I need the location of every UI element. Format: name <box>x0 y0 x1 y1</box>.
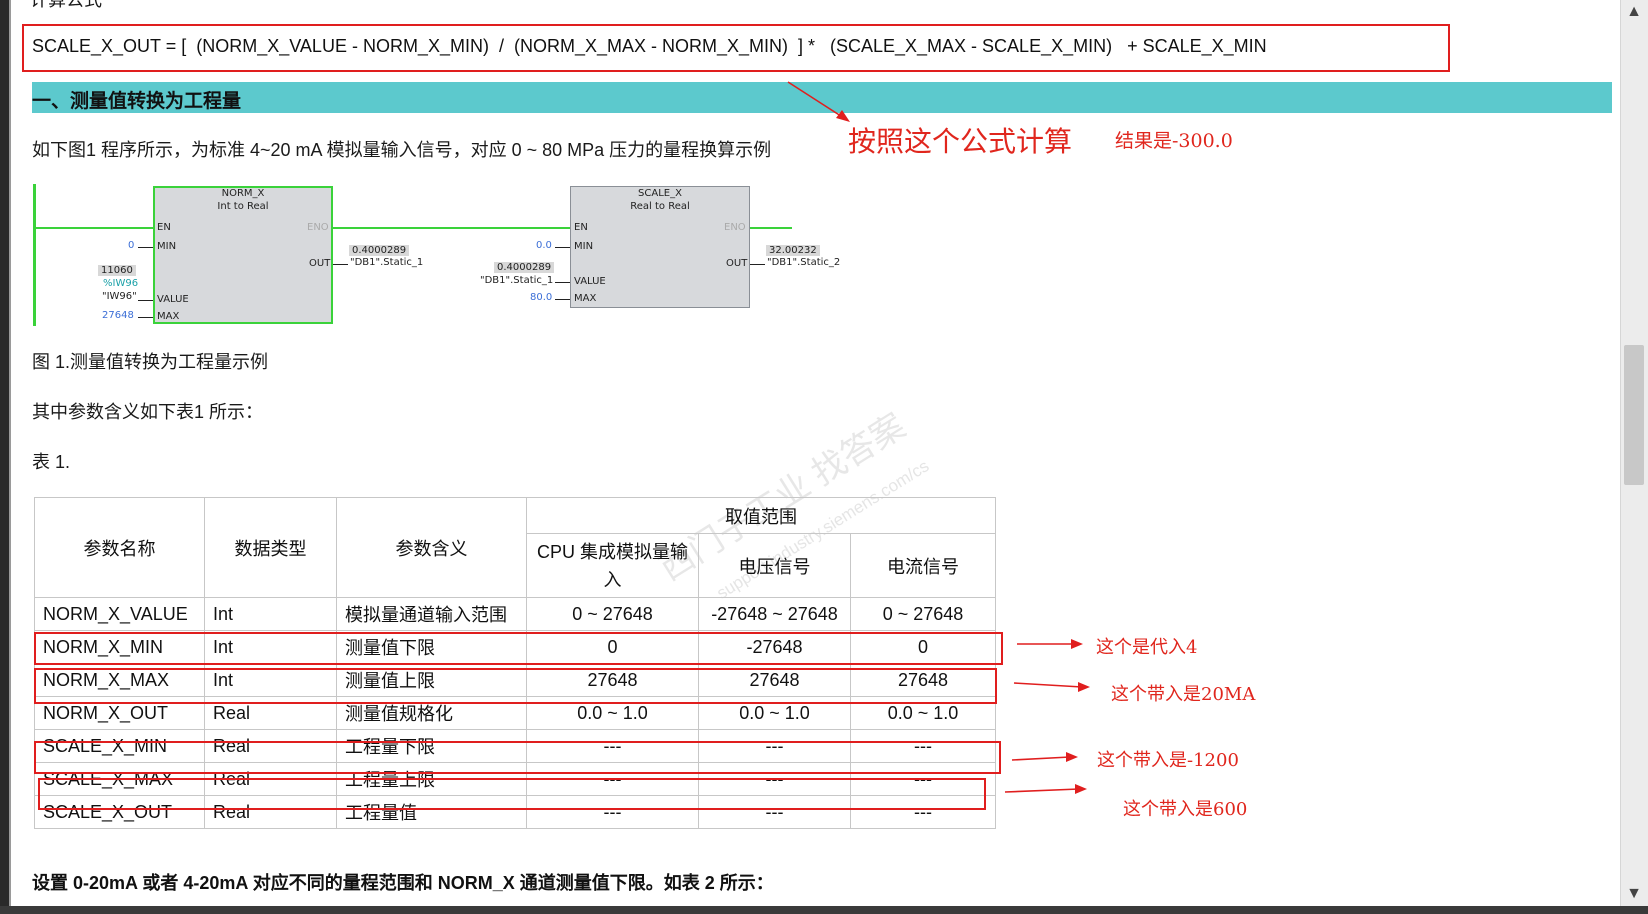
norm-en-pin: EN <box>157 222 171 233</box>
norm-out-monitor: 0.4000289 <box>349 245 410 256</box>
intro-paragraph: 如下图1 程序所示，为标准 4~20 mA 模拟量输入信号，对应 0 ~ 80 … <box>32 140 772 160</box>
scale-value-monitor: 0.4000289 <box>494 262 555 273</box>
scale-value-wire <box>555 282 570 283</box>
norm-value-address: %IW96 <box>103 278 139 289</box>
window-bottom-border <box>0 906 1648 914</box>
figure-caption: 图 1.测量值转换为工程量示例 <box>32 352 269 372</box>
scale-value-tag: "DB1".Static_1 <box>480 275 554 286</box>
norm-eno-pin: ENO <box>307 222 329 233</box>
ladder-power-rail <box>33 184 36 326</box>
norm-out-pin: OUT <box>309 258 331 269</box>
norm-x-title: NORM_X <box>221 188 265 199</box>
arrow-norm-max-icon <box>1013 682 1090 692</box>
header-voltage: 电压信号 <box>698 533 851 598</box>
cell-param: NORM_X_VALUE <box>34 597 205 631</box>
note-norm-max: 这个带入是20MA <box>1111 684 1256 705</box>
cell-current: 0 ~ 27648 <box>850 597 996 631</box>
scrollbar-thumb[interactable] <box>1624 345 1644 485</box>
rung-line-1 <box>36 227 153 229</box>
scale-x-title: SCALE_X <box>638 188 682 199</box>
note-scale-min: 这个带入是-1200 <box>1097 750 1239 771</box>
scale-out-wire <box>750 264 765 265</box>
scale-max-pin: MAX <box>574 293 597 304</box>
scale-max-value: 80.0 <box>530 292 553 303</box>
norm-value-pin: VALUE <box>157 294 189 305</box>
section-title: 一、测量值转换为工程量 <box>32 91 242 112</box>
scale-out-monitor: 32.00232 <box>766 245 820 256</box>
bottom-paragraph: 设置 0-20mA 或者 4-20mA 对应不同的量程范围和 NORM_X 通道… <box>32 873 774 893</box>
cell-voltage: -27648 ~ 27648 <box>698 597 851 631</box>
formula-note: 按照这个公式计算 <box>848 125 1073 158</box>
note-scale-max: 这个带入是600 <box>1123 799 1248 820</box>
cell-type: Int <box>204 597 337 631</box>
norm-value-tag: "IW96" <box>102 291 137 302</box>
rung-line-3 <box>750 227 792 229</box>
window-left-border <box>0 0 9 914</box>
norm-out-tag: "DB1".Static_1 <box>350 257 424 268</box>
table-label: 表 1. <box>32 452 71 472</box>
header-range: 取值范围 <box>526 497 996 534</box>
norm-max-wire <box>138 317 153 318</box>
result-note: 结果是-300.0 <box>1115 130 1233 152</box>
norm-value-monitor: 11060 <box>98 265 136 276</box>
row-highlight-norm-max <box>34 668 997 704</box>
header-data-type: 数据类型 <box>204 497 337 598</box>
arrow-norm-min-icon <box>1017 639 1083 649</box>
norm-out-wire <box>333 264 348 265</box>
cell-meaning: 模拟量通道输入范围 <box>336 597 527 631</box>
scale-out-pin: OUT <box>726 258 748 269</box>
scale-value-pin: VALUE <box>574 276 606 287</box>
scale-min-pin: MIN <box>574 241 594 252</box>
scroll-down-arrow-icon[interactable]: ▼ <box>1624 884 1644 904</box>
norm-min-wire <box>138 247 153 248</box>
row-highlight-scale-min <box>34 741 1001 774</box>
note-norm-min: 这个是代入4 <box>1096 637 1198 658</box>
scale-out-tag: "DB1".Static_2 <box>767 257 841 268</box>
scale-min-value: 0.0 <box>536 240 552 251</box>
scale-x-subtitle: Real to Real <box>630 201 690 212</box>
scale-formula: SCALE_X_OUT = [ (NORM_X_VALUE - NORM_X_M… <box>32 36 1267 56</box>
rung-line-2 <box>333 227 570 229</box>
table-row: NORM_X_VALUE Int 模拟量通道输入范围 0 ~ 27648 -27… <box>34 597 996 631</box>
cell-cpu: 0 ~ 27648 <box>526 597 699 631</box>
header-current: 电流信号 <box>850 533 996 598</box>
norm-max-value: 27648 <box>102 310 134 321</box>
cut-off-heading: 计算公式 <box>30 0 102 10</box>
scale-min-wire <box>555 247 570 248</box>
norm-min-pin: MIN <box>157 241 177 252</box>
norm-min-value: 0 <box>128 240 135 251</box>
arrow-scale-max-icon <box>1004 784 1087 794</box>
norm-value-wire <box>138 300 153 301</box>
header-param-name: 参数名称 <box>34 497 205 598</box>
arrow-scale-min-icon <box>1011 752 1078 762</box>
scale-max-wire <box>555 299 570 300</box>
scroll-up-arrow-icon[interactable]: ▲ <box>1624 2 1644 22</box>
scale-en-pin: EN <box>574 222 588 233</box>
norm-max-pin: MAX <box>157 311 180 322</box>
window-left-edge <box>9 0 11 914</box>
norm-x-subtitle: Int to Real <box>217 201 269 212</box>
row-highlight-scale-max <box>38 778 986 810</box>
row-highlight-norm-min <box>34 632 1003 665</box>
header-meaning: 参数含义 <box>336 497 527 598</box>
header-cpu: CPU 集成模拟量输入 <box>526 533 699 598</box>
table-intro: 其中参数含义如下表1 所示： <box>32 402 264 422</box>
scale-eno-pin: ENO <box>724 222 746 233</box>
